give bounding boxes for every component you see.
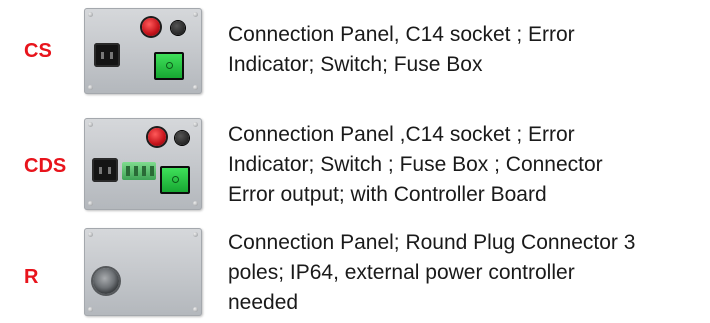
panel-image-r bbox=[84, 228, 202, 316]
c14-socket-icon bbox=[94, 43, 120, 67]
switch-icon bbox=[160, 166, 190, 194]
switch-icon bbox=[154, 52, 184, 80]
error-indicator-icon bbox=[148, 128, 166, 146]
variant-description: Connection Panel ,C14 socket ; Error Ind… bbox=[228, 123, 603, 206]
variant-row-cs: CS Connection Panel, C14 socket ; Error … bbox=[0, 0, 710, 100]
panel-image-cds bbox=[84, 118, 202, 210]
variant-row-r: R Connection Panel; Round Plug Connector… bbox=[0, 226, 710, 323]
error-indicator-icon bbox=[142, 18, 160, 36]
panel-image-cs bbox=[84, 8, 202, 94]
variant-code: R bbox=[24, 266, 39, 288]
c14-socket-icon bbox=[92, 158, 118, 182]
fuse-box-icon bbox=[175, 131, 189, 145]
variant-code: CS bbox=[24, 40, 52, 62]
connector-terminal-icon bbox=[122, 162, 156, 180]
variant-description: Connection Panel, C14 socket ; Error Ind… bbox=[228, 23, 575, 76]
variant-row-cds: CDS Connection Panel ,C14 socket ; Error… bbox=[0, 110, 710, 220]
round-plug-connector-icon bbox=[93, 268, 119, 294]
variant-code: CDS bbox=[24, 155, 67, 177]
variant-description: Connection Panel; Round Plug Connector 3… bbox=[228, 231, 636, 314]
fuse-box-icon bbox=[171, 21, 185, 35]
